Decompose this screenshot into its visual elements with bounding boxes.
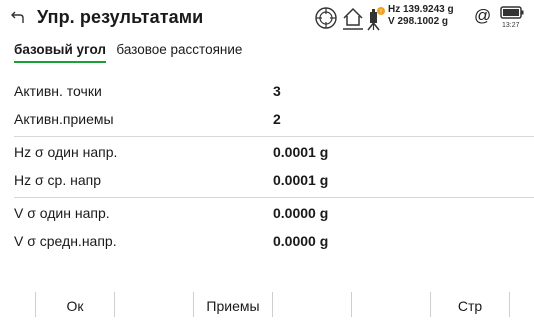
divider — [351, 292, 352, 317]
home-icon[interactable] — [341, 6, 365, 37]
item-label: Активн. точки — [14, 83, 102, 99]
list-item: Активн. точки 3 — [14, 78, 534, 106]
item-value: 0.0000 g — [273, 205, 329, 221]
sets-button[interactable]: Приемы — [194, 290, 272, 317]
item-label: V σ один напр. — [14, 205, 110, 221]
item-label: Hz σ ср. напр — [14, 172, 101, 188]
page-title: Упр. результатами — [37, 7, 204, 27]
hz-reading: Hz 139.9243 g — [388, 4, 454, 15]
divider — [114, 292, 115, 317]
at-icon[interactable]: @ — [474, 6, 491, 26]
tab-bar: базовый угол базовое расстояние — [14, 41, 248, 65]
tab-base-distance[interactable]: базовое расстояние — [116, 42, 242, 61]
page-button[interactable]: Стр — [431, 290, 509, 317]
item-label: Активн.приемы — [14, 111, 114, 127]
results-list: Активн. точки 3 Активн.приемы 2 Hz σ оди… — [14, 78, 534, 256]
divider — [272, 292, 273, 317]
list-item: V σ средн.напр. 0.0000 g — [14, 228, 534, 256]
item-value: 0.0000 g — [273, 233, 329, 249]
list-item: Hz σ один напр. 0.0001 g — [14, 139, 534, 167]
item-label: V σ средн.напр. — [14, 233, 117, 249]
item-value: 0.0001 g — [273, 144, 329, 160]
item-value: 2 — [273, 111, 281, 127]
tab-base-angle[interactable]: базовый угол — [14, 42, 106, 63]
softkey-bar: Ок Приемы Стр — [0, 290, 534, 317]
angle-readout: Hz 139.9243 g V 298.1002 g — [388, 4, 454, 28]
item-value: 3 — [273, 83, 281, 99]
ok-button[interactable]: Ок — [36, 290, 114, 317]
divider — [14, 136, 534, 137]
title-bar: Упр. результатами ! Hz 139.9243 g V 298.… — [0, 0, 534, 36]
item-label: Hz σ один напр. — [14, 144, 118, 160]
robot-instrument-icon[interactable]: ! — [364, 6, 388, 37]
divider — [509, 292, 510, 317]
v-reading: V 298.1002 g — [388, 16, 449, 27]
back-icon[interactable] — [10, 9, 26, 25]
list-item: Активн.приемы 2 — [14, 106, 534, 134]
clock: 13:27 — [502, 22, 520, 29]
divider — [14, 197, 534, 198]
list-item: Hz σ ср. напр 0.0001 g — [14, 167, 534, 195]
item-value: 0.0001 g — [273, 172, 329, 188]
list-item: V σ один напр. 0.0000 g — [14, 200, 534, 228]
target-icon[interactable] — [314, 6, 338, 35]
